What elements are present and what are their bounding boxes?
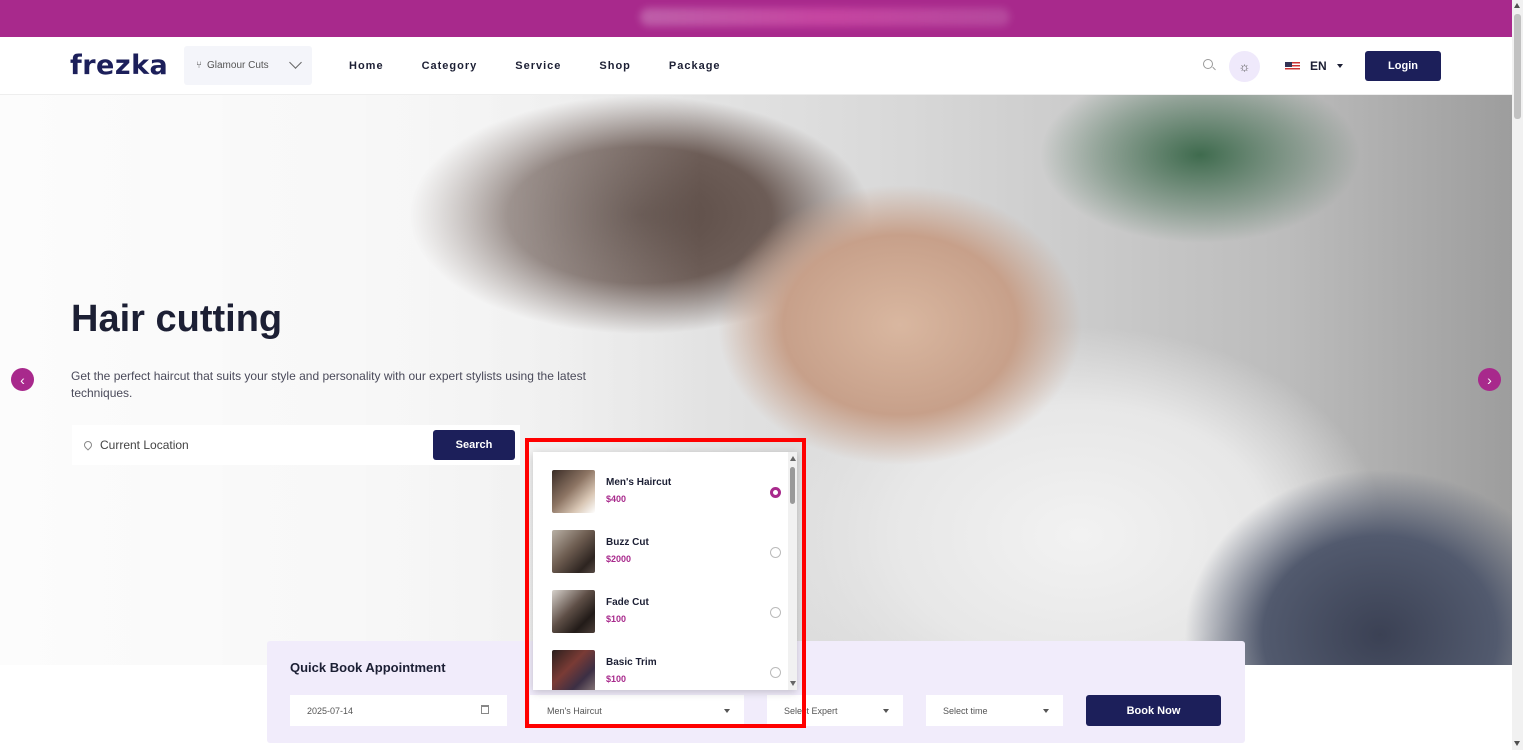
nav-shop[interactable]: Shop (599, 60, 631, 72)
service-name: Basic Trim (606, 657, 657, 668)
service-option-basic-trim[interactable]: Basic Trim $100 (552, 650, 782, 690)
page-scrollbar-thumb[interactable] (1514, 14, 1521, 119)
branch-selector[interactable]: ⑂ Glamour Cuts (184, 46, 312, 85)
service-select[interactable]: Men's Haircut (530, 695, 744, 726)
chevron-right-icon: › (1487, 371, 1492, 388)
time-select[interactable]: Select time (926, 695, 1063, 726)
site-logo[interactable]: frezka (70, 50, 168, 81)
service-name: Buzz Cut (606, 537, 649, 548)
site-header: frezka ⑂ Glamour Cuts Home Category Serv… (0, 37, 1512, 95)
branch-icon: ⑂ (196, 60, 202, 71)
dropdown-scrollbar[interactable] (788, 452, 797, 690)
us-flag-icon (1285, 61, 1300, 71)
quick-book-title: Quick Book Appointment (290, 660, 446, 675)
nav-category[interactable]: Category (422, 60, 478, 72)
scroll-down-icon[interactable] (1514, 741, 1520, 746)
scroll-up-icon[interactable] (1514, 3, 1520, 8)
service-option-fade-cut[interactable]: Fade Cut $100 (552, 590, 782, 634)
caret-down-icon (1043, 709, 1049, 713)
service-radio[interactable] (770, 547, 781, 558)
time-placeholder: Select time (943, 705, 988, 716)
service-price: $100 (606, 674, 627, 684)
service-name: Fade Cut (606, 597, 649, 608)
service-radio[interactable] (770, 607, 781, 618)
language-selector[interactable]: EN (1274, 51, 1350, 81)
hero-description: Get the perfect haircut that suits your … (71, 369, 586, 400)
service-value: Men's Haircut (547, 705, 602, 716)
service-thumbnail (552, 530, 595, 573)
caret-down-icon (1336, 64, 1343, 68)
calendar-icon (481, 705, 489, 714)
service-price: $2000 (606, 554, 632, 564)
chevron-left-icon: ‹ (20, 371, 25, 388)
service-name: Men's Haircut (606, 477, 672, 488)
nav-package[interactable]: Package (669, 60, 721, 72)
slider-next-button[interactable]: › (1478, 368, 1501, 391)
caret-down-icon (724, 709, 730, 713)
service-dropdown-list: Men's Haircut $400 Buzz Cut $2000 Fade C… (533, 452, 797, 690)
service-thumbnail (552, 590, 595, 633)
theme-toggle-button[interactable]: ☼ (1229, 51, 1260, 82)
scroll-down-icon[interactable] (790, 681, 796, 686)
date-value: 2025-07-14 (307, 705, 354, 716)
location-pin-icon (82, 439, 94, 451)
search-button[interactable]: Search (433, 430, 515, 460)
expert-select[interactable]: Select Expert (767, 695, 903, 726)
branch-label: Glamour Cuts (207, 60, 269, 71)
service-option-mens-haircut[interactable]: Men's Haircut $400 (552, 470, 782, 514)
date-input[interactable]: 2025-07-14 (290, 695, 507, 726)
service-thumbnail (552, 650, 595, 690)
location-input[interactable]: Current Location (100, 438, 189, 452)
search-icon[interactable] (1203, 59, 1213, 69)
page-scrollbar[interactable] (1512, 0, 1523, 750)
scroll-up-icon[interactable] (790, 456, 796, 461)
nav-service[interactable]: Service (515, 60, 561, 72)
chevron-down-icon (289, 56, 302, 69)
hero-title: Hair cutting (71, 298, 283, 340)
service-radio[interactable] (770, 667, 781, 678)
language-label: EN (1310, 59, 1327, 73)
service-price: $100 (606, 614, 627, 624)
location-search-box: Current Location Search (72, 425, 520, 465)
slider-prev-button[interactable]: ‹ (11, 368, 34, 391)
service-thumbnail (552, 470, 595, 513)
service-price: $400 (606, 494, 627, 504)
book-now-button[interactable]: Book Now (1086, 695, 1221, 726)
main-nav: Home Category Service Shop Package (349, 60, 759, 72)
service-radio[interactable] (770, 487, 781, 498)
scrollbar-thumb[interactable] (790, 467, 795, 504)
top-promo-banner[interactable] (0, 0, 1512, 37)
sun-icon: ☼ (1238, 59, 1251, 74)
service-option-buzz-cut[interactable]: Buzz Cut $2000 (552, 530, 782, 574)
expert-placeholder: Select Expert (784, 705, 838, 716)
caret-down-icon (883, 709, 889, 713)
login-button[interactable]: Login (1365, 51, 1441, 81)
nav-home[interactable]: Home (349, 60, 384, 72)
